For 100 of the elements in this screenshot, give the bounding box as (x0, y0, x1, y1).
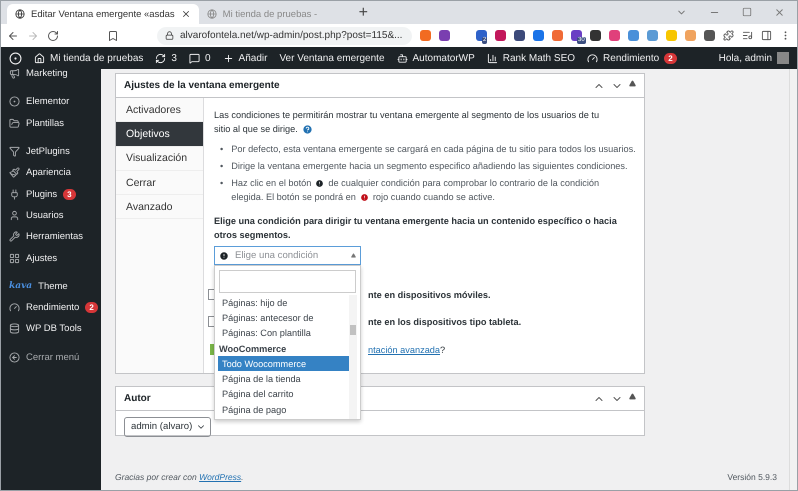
page-scrollbar[interactable] (789, 69, 797, 490)
exclamation-icon[interactable] (219, 250, 229, 260)
menu-item[interactable]: Rendimiento (26, 302, 80, 314)
question-mark-text: ? (440, 344, 446, 356)
circle-icon (9, 96, 20, 108)
bookmark-icon[interactable] (107, 30, 119, 42)
settings-tab[interactable]: Avanzado (116, 195, 203, 220)
gauge-icon[interactable] (587, 52, 598, 64)
panel-title: Ajustes de la ventana emergente (124, 80, 280, 91)
address-field[interactable]: alvarofontela.net/wp-admin/post.php?post=115&... (157, 26, 412, 44)
extension-icon[interactable] (704, 30, 715, 41)
collapse-menu-link[interactable]: Cerrar menú (26, 352, 80, 363)
menu-item[interactable]: Plugins (26, 188, 58, 200)
menu-item[interactable]: Usuarios (26, 210, 64, 221)
comment-icon[interactable] (188, 52, 200, 64)
new-tab-button[interactable]: + (348, 4, 378, 24)
bullet-text: Dirige la ventana emergente hacia un segmento especifico añadiendo las siguientes condiciones. (231, 160, 628, 173)
url-text: alvarofontela.net/wp-admin/post.php?post=115&... (180, 30, 402, 41)
robot-icon[interactable] (396, 52, 408, 64)
menu-item[interactable]: JetPlugins (26, 146, 70, 158)
dropdown-option[interactable]: Todo Woocommerce (218, 356, 349, 372)
globe-icon (206, 9, 217, 19)
footer-text: Gracias por crear con WordPress. (115, 472, 244, 482)
settings-tab[interactable]: Cerrar (116, 170, 203, 196)
collapse-icon[interactable] (629, 392, 636, 400)
maximize-icon[interactable] (742, 7, 752, 17)
extension-icon[interactable] (590, 30, 601, 41)
user-icon (9, 210, 20, 221)
plus-icon[interactable] (222, 52, 234, 64)
dropdown-option[interactable]: Páginas: hijo de (218, 295, 349, 310)
puzzle-icon[interactable] (723, 30, 734, 41)
menu-item[interactable]: Plantillas (26, 118, 64, 129)
panel-title: Autor (124, 393, 151, 404)
logo-icon[interactable] (9, 52, 22, 64)
extension-icon[interactable] (495, 30, 506, 41)
dropdown-option[interactable]: Página del carrito (218, 386, 349, 402)
settings-tab[interactable]: Objetivos (116, 122, 203, 147)
brush-icon (9, 167, 20, 178)
settings-tab[interactable]: Visualización (116, 146, 203, 171)
menu-item[interactable]: Elementor (26, 96, 70, 108)
collapse-icon[interactable] (629, 80, 636, 86)
browser-tab[interactable]: Editar Ventana emergente «asdas (7, 4, 199, 24)
menu-item[interactable]: Apariencia (26, 167, 71, 178)
extension-icon[interactable] (476, 30, 487, 41)
gauge-icon (9, 302, 20, 314)
bullet-marker: • (220, 160, 224, 173)
lock-icon (165, 31, 174, 40)
dropdown-option[interactable]: Páginas: Con plantilla (218, 326, 349, 341)
reload-icon[interactable] (47, 30, 59, 42)
wrench-icon (9, 231, 20, 242)
scrollbar[interactable] (349, 295, 357, 419)
version-text: Versión 5.9.3 (727, 472, 777, 482)
wordpress-link[interactable]: WordPress (199, 472, 242, 482)
admin-bar-link[interactable]: 3 (171, 52, 177, 64)
bar-chart-icon[interactable] (486, 52, 498, 64)
collapse-icon[interactable] (9, 352, 20, 363)
refresh-icon[interactable] (155, 52, 166, 64)
dropdown-option[interactable]: Página de la tienda (218, 371, 349, 387)
dropdown-option[interactable]: Páginas: antecesor de (218, 310, 349, 326)
search-field[interactable] (219, 270, 356, 293)
dropdown-option[interactable]: Página de pago (218, 402, 349, 418)
intro-text: Las condiciones te permitirán mostrar tu ventana emergente al segmento de los usuarios de tu (214, 109, 600, 122)
advanced-link[interactable]: ntación avanzada (368, 342, 440, 356)
database-icon (9, 323, 20, 334)
count-badge: 3 (63, 188, 76, 200)
menu-item[interactable]: Theme (38, 280, 68, 292)
extension-icon[interactable] (514, 30, 525, 41)
bullet-marker: • (220, 143, 224, 156)
menu-item[interactable]: Marketing (26, 69, 68, 80)
admin-bar-link[interactable]: Añadir (238, 52, 268, 64)
bullet-text: de cualquier condición para comprobar lo contrario de la condición (328, 177, 600, 190)
admin-bar-link[interactable]: 0 (204, 52, 211, 64)
home-icon[interactable] (34, 52, 45, 64)
admin-bar-link[interactable]: Mi tienda de pruebas (50, 52, 144, 64)
help-icon[interactable] (302, 124, 313, 134)
count-badge: 2 (85, 302, 98, 314)
option-text: nte en los dispositivos tipo tableta. (368, 316, 522, 328)
option-group-label: WooCommerce (218, 342, 288, 356)
side-panel-icon[interactable] (761, 30, 772, 41)
greeting-link[interactable]: Hola, admin (718, 52, 772, 64)
megaphone-icon (9, 69, 20, 80)
menu-item[interactable]: Herramientas (26, 231, 84, 242)
globe-icon (15, 9, 25, 19)
author-select[interactable]: admin (alvaro) (124, 416, 212, 436)
condition-label: Elige una condición para dirigir tu ventana emergente hacia un contenido específico o hacia otros segmentos. (214, 215, 618, 242)
admin-bar-link[interactable]: Rendimiento (603, 52, 660, 64)
option-text: nte en dispositivos móviles. (368, 288, 491, 302)
plug-icon (9, 188, 20, 200)
admin-bar-link[interactable]: Ver Ventana emergente (279, 52, 385, 64)
back-icon[interactable] (7, 30, 19, 42)
admin-bar-link[interactable]: Rank Math SEO (502, 52, 576, 64)
folder-icon (9, 118, 20, 129)
bullet-text: rojo cuando cuando se active. (372, 191, 495, 204)
menu-item[interactable]: WP DB Tools (26, 323, 82, 334)
menu-item[interactable]: Ajustes (26, 252, 58, 264)
count-badge: 2 (664, 52, 677, 64)
admin-bar-link[interactable]: AutomatorWP (412, 52, 475, 64)
bullet-text: Haz clic en el botón (231, 177, 312, 190)
close-icon[interactable] (180, 9, 191, 19)
playlist-icon[interactable] (742, 30, 753, 41)
